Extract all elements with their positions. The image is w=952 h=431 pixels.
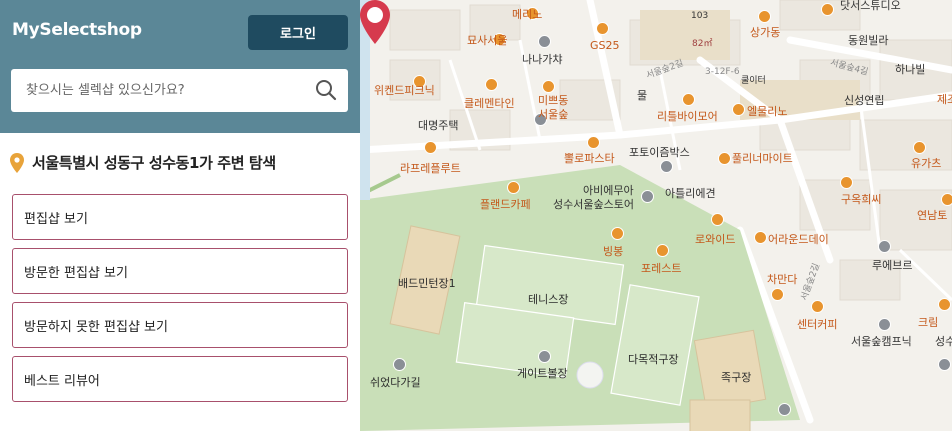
map-label: 위켄드피크닉 <box>374 84 435 97</box>
search-box <box>11 69 348 112</box>
map-label: 성수서울숲스토어 <box>553 198 634 211</box>
poi-dot[interactable] <box>587 136 600 149</box>
poi-dot[interactable] <box>913 141 926 154</box>
map-label: 나나가챠 <box>522 53 563 66</box>
poi-dot[interactable] <box>538 35 551 48</box>
map-label: 풀리너마이트 <box>732 152 793 165</box>
map-label: 라프레플루트 <box>400 162 461 175</box>
map-label: 서울숲 <box>538 108 569 121</box>
poi-dot[interactable] <box>718 152 731 165</box>
map-label: 아틀리에견 <box>665 187 716 200</box>
poi-dot[interactable] <box>660 160 673 173</box>
map-label: 빙봉 <box>603 245 624 258</box>
map-label: 게이트볼장 <box>517 367 568 380</box>
login-button[interactable]: 로그인 <box>248 15 348 50</box>
poi-dot[interactable] <box>656 244 669 257</box>
poi-dot[interactable] <box>393 358 406 371</box>
location-pin-icon <box>10 152 24 173</box>
poi-dot[interactable] <box>778 403 791 416</box>
visited-shops-button[interactable]: 방문한 편집샵 보기 <box>12 248 348 294</box>
map-label: 센터커피 <box>797 318 838 331</box>
poi-dot[interactable] <box>941 193 952 206</box>
poi-dot[interactable] <box>771 288 784 301</box>
map-label: 서울숲캠프닉 <box>851 335 912 348</box>
map-label: 대명주택 <box>418 119 459 132</box>
map-label: 물 <box>637 89 648 102</box>
poi-dot[interactable] <box>754 231 767 244</box>
poi-dot[interactable] <box>758 10 771 23</box>
map-label: 테니스장 <box>528 293 569 306</box>
map-label: 리틀바이모어 <box>657 110 718 123</box>
map-label: 동원빌라 <box>848 34 889 47</box>
map-label: 묘사서울 <box>467 34 508 47</box>
poi-dot[interactable] <box>732 103 745 116</box>
map-label: 성수한 <box>935 335 952 348</box>
map[interactable]: 메리노 묘사서울 나나가챠 GS25 상가동 103 82㎡ 닷서스튜디오 동원… <box>360 0 952 431</box>
poi-dot[interactable] <box>538 350 551 363</box>
area-title: 서울특별시 성동구 성수동1가 주변 탐색 <box>10 152 276 173</box>
search-input[interactable] <box>11 69 311 112</box>
map-label: 배드민턴장1 <box>398 277 456 290</box>
map-marker-icon[interactable] <box>360 0 390 44</box>
map-label: 하나빌 <box>895 63 926 76</box>
map-label: 로와이드 <box>695 233 736 246</box>
poi-dot[interactable] <box>938 358 951 371</box>
poi-dot[interactable] <box>821 3 834 16</box>
best-reviewer-button[interactable]: 베스트 리뷰어 <box>12 356 348 402</box>
map-label: 103 <box>691 11 709 21</box>
map-label: 플랜드카페 <box>480 198 531 211</box>
map-label: 제조 <box>937 93 952 106</box>
map-label: 뽈로파스타 <box>564 152 615 165</box>
brand-logo[interactable]: MySelectshop <box>12 20 142 40</box>
map-label: 82㎡ <box>692 39 713 49</box>
map-label: 엘물리노 <box>747 105 788 118</box>
map-label: 포토이즘박스 <box>629 146 690 159</box>
map-label: 루에브르 <box>872 259 913 272</box>
map-label: 어라운드데이 <box>768 233 829 246</box>
poi-dot[interactable] <box>840 176 853 189</box>
poi-dot[interactable] <box>485 78 498 91</box>
map-label: 구옥희씨 <box>841 193 882 206</box>
unvisited-shops-button[interactable]: 방문하지 못한 편집샵 보기 <box>12 302 348 348</box>
map-label: 쉬었다가길 <box>370 376 421 389</box>
poi-dot[interactable] <box>711 213 724 226</box>
sidebar-header: MySelectshop 로그인 <box>0 0 360 133</box>
poi-dot[interactable] <box>611 227 624 240</box>
poi-dot[interactable] <box>878 240 891 253</box>
map-label: 포레스트 <box>641 262 682 275</box>
map-label: GS25 <box>590 39 620 52</box>
sidebar: MySelectshop 로그인 서울특별시 성동구 성수동1가 주변 탐색 편… <box>0 0 360 431</box>
map-label: 다목적구장 <box>628 353 679 366</box>
map-label: 상가동 <box>750 26 781 39</box>
map-label: 닷서스튜디오 <box>840 0 901 12</box>
poi-dot[interactable] <box>878 318 891 331</box>
map-label: 크림 <box>918 316 939 329</box>
search-icon[interactable] <box>314 78 338 102</box>
view-shops-button[interactable]: 편집샵 보기 <box>12 194 348 240</box>
map-label: 유가츠 <box>911 157 942 170</box>
map-label: 메리노 <box>512 8 543 21</box>
poi-dot[interactable] <box>938 298 951 311</box>
road-label: 3-12F-6 <box>705 67 740 77</box>
map-label: 쿨이터 <box>741 76 766 86</box>
map-label: 족구장 <box>721 371 752 384</box>
poi-dot[interactable] <box>641 190 654 203</box>
area-title-text: 서울특별시 성동구 성수동1가 주변 탐색 <box>32 154 276 172</box>
poi-dot[interactable] <box>507 181 520 194</box>
map-label: 연남토 <box>917 209 948 222</box>
poi-dot[interactable] <box>682 93 695 106</box>
map-label: 클레멘타인 <box>464 97 515 110</box>
map-label: 신성연립 <box>844 94 885 107</box>
map-label: 차만다 <box>767 273 798 286</box>
poi-dot[interactable] <box>424 141 437 154</box>
poi-dot[interactable] <box>596 22 609 35</box>
poi-dot[interactable] <box>811 300 824 313</box>
